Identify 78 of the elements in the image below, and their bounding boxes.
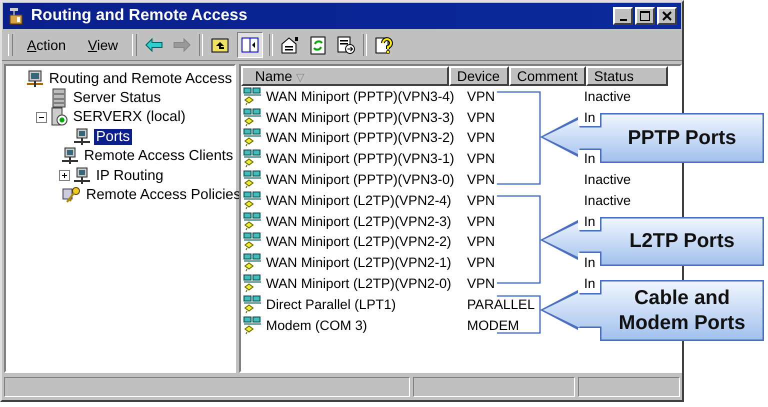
device-cell: MODEM	[467, 318, 520, 333]
minimize-icon	[620, 18, 626, 20]
network-port-icon	[243, 170, 263, 190]
network-port-icon	[243, 253, 263, 272]
tree-item[interactable]: Routing and Remote Access	[47, 70, 234, 87]
networked-computer-icon	[73, 166, 91, 185]
status-cell: In	[584, 255, 596, 270]
maximize-button[interactable]	[635, 7, 655, 25]
device-cell: VPN	[467, 110, 495, 125]
port-name: WAN Miniport (L2TP)(VPN2-3)	[266, 214, 452, 229]
column-header[interactable]: Name ▽	[241, 66, 449, 86]
port-name: Direct Parallel (LPT1)	[266, 296, 396, 312]
column-header[interactable]: Status	[586, 66, 668, 86]
networked-computer-icon	[73, 128, 91, 146]
tree-item[interactable]: Remote Access Policies	[84, 187, 243, 204]
window-title: Routing and Remote Access	[31, 7, 248, 25]
toolbox-icon	[7, 7, 25, 25]
status-cell: In	[584, 214, 596, 229]
back-arrow-icon[interactable]	[143, 35, 166, 55]
device-cell: VPN	[467, 255, 495, 270]
help-icon[interactable]	[373, 35, 396, 55]
network-port-icon	[243, 294, 263, 314]
tree-item[interactable]: SERVERX (local)	[71, 109, 188, 126]
status-cell: In	[584, 276, 596, 292]
networked-computer-icon	[61, 147, 79, 166]
status-cell: In	[584, 110, 596, 125]
column-header[interactable]: Comment	[509, 66, 586, 86]
network-port-icon	[243, 190, 263, 210]
port-name: WAN Miniport (L2TP)(VPN2-1)	[266, 255, 452, 270]
expand-toggle[interactable]	[58, 170, 70, 182]
port-name: WAN Miniport (L2TP)(VPN2-2)	[266, 234, 452, 250]
port-name: WAN Miniport (L2TP)(VPN2-4)	[266, 192, 452, 208]
device-cell: VPN	[467, 130, 495, 146]
port-name: WAN Miniport (PPTP)(VPN3-3)	[266, 110, 454, 125]
menu-item[interactable]: Action	[19, 35, 74, 55]
collapse-toggle[interactable]	[36, 112, 46, 123]
port-name: WAN Miniport (PPTP)(VPN3-2)	[266, 130, 454, 146]
port-name: WAN Miniport (PPTP)(VPN3-0)	[266, 172, 454, 188]
network-port-icon	[243, 128, 263, 148]
network-port-icon	[243, 108, 263, 127]
export-list-icon[interactable]	[335, 35, 358, 55]
menu-item[interactable]: View	[80, 35, 126, 55]
device-cell: VPN	[467, 192, 495, 208]
network-port-icon	[243, 232, 263, 252]
key-policy-icon	[61, 186, 81, 204]
close-icon	[662, 11, 672, 21]
device-cell: VPN	[467, 234, 495, 250]
device-cell: PARALLEL	[467, 296, 535, 312]
server-icon	[50, 107, 68, 128]
status-cell: Inactive	[584, 192, 631, 208]
tree-item[interactable]: IP Routing	[94, 168, 166, 184]
column-header[interactable]: Device	[449, 66, 509, 86]
device-cell: VPN	[467, 172, 495, 188]
network-port-icon	[243, 86, 263, 106]
minimize-button[interactable]	[613, 7, 633, 25]
port-name: Modem (COM 3)	[266, 318, 368, 333]
status-cell: Inactive	[584, 172, 631, 188]
status-cell: In	[584, 151, 596, 166]
network-port-icon	[243, 149, 263, 168]
device-cell: VPN	[467, 214, 495, 229]
tree-item[interactable]: Remote Access Clients	[82, 148, 236, 164]
device-cell: VPN	[467, 151, 495, 166]
server-rack-icon	[50, 88, 68, 108]
port-name: WAN Miniport (PPTP)(VPN3-1)	[266, 151, 454, 166]
tree-item[interactable]: Ports	[94, 128, 132, 145]
tree-item[interactable]: Server Status	[71, 90, 163, 106]
computer-icon	[26, 70, 44, 88]
port-name: WAN Miniport (PPTP)(VPN3-4)	[266, 88, 454, 104]
maximize-icon	[640, 11, 650, 21]
network-port-icon	[243, 316, 263, 335]
pane-toggle-icon[interactable]	[237, 32, 264, 58]
network-port-icon	[243, 212, 263, 231]
close-button[interactable]	[657, 7, 677, 25]
network-port-icon	[243, 274, 263, 294]
device-cell: VPN	[467, 276, 495, 292]
status-cell: Inactive	[584, 88, 631, 104]
port-name: WAN Miniport (L2TP)(VPN2-0)	[266, 276, 452, 292]
device-cell: VPN	[467, 88, 495, 104]
